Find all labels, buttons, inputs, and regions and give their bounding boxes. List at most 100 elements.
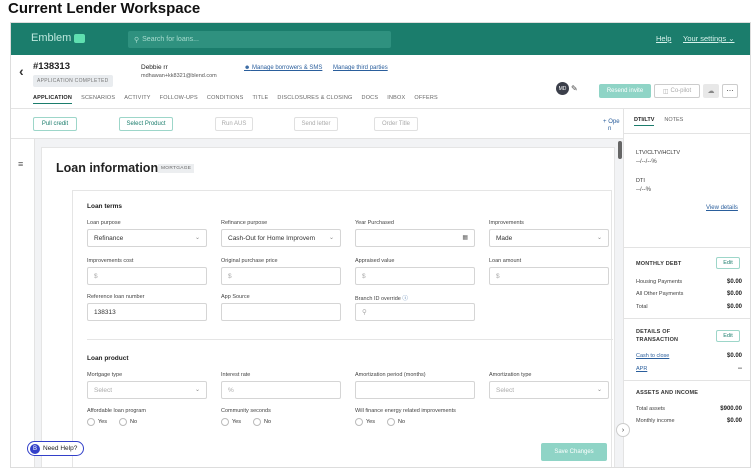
reference-number-input[interactable]: 138313 (87, 303, 207, 321)
affordable-yes-radio[interactable]: Yes (87, 418, 107, 426)
improvements-value: Made (496, 234, 513, 242)
affordable-no-radio[interactable]: No (119, 418, 137, 426)
energy-yes-radio[interactable]: Yes (355, 418, 375, 426)
appraised-value-input[interactable]: $ (355, 267, 475, 285)
tab-offers[interactable]: OFFERS (414, 95, 438, 104)
edit-transaction-button[interactable]: Edit (716, 330, 740, 342)
side-panel: DTI/LTV NOTES LTV/CLTV/HCLTV --/--/--% D… (616, 109, 750, 467)
manage-third-parties-link[interactable]: Manage third parties (333, 65, 388, 71)
calendar-icon[interactable]: ▦ (462, 234, 468, 241)
mortgage-type-select[interactable]: Select ⌄ (87, 381, 207, 399)
radio-circle (221, 418, 229, 426)
apr-link[interactable]: APR (636, 366, 647, 372)
improvements-label: Improvements (489, 220, 524, 226)
tab-conditions[interactable]: CONDITIONS (207, 95, 244, 104)
cloud-icon[interactable]: ☁ (703, 84, 719, 98)
scrollbar-thumb[interactable] (618, 141, 622, 159)
amortization-type-select[interactable]: Select ⌄ (489, 381, 609, 399)
loan-purpose-label: Loan purpose (87, 220, 121, 226)
send-letter-button[interactable]: Send letter (294, 117, 338, 131)
total-label: Total (636, 304, 648, 310)
radio-circle (253, 418, 261, 426)
details-transaction-heading: DETAILS OF TRANSACTION (636, 328, 678, 344)
run-aus-button[interactable]: Run AUS (215, 117, 253, 131)
tab-title[interactable]: TITLE (252, 95, 268, 104)
energy-no-radio[interactable]: No (387, 418, 405, 426)
loan-amount-input[interactable]: $ (489, 267, 609, 285)
chevron-down-icon: ⌄ (194, 387, 200, 393)
loan-information-card: Loan information MORTGAGE Loan terms Loa… (41, 147, 615, 467)
tab-disclosures-closing[interactable]: DISCLOSURES & CLOSING (277, 95, 352, 104)
search-input[interactable]: ⚲ Search for loans... (128, 31, 391, 48)
help-link[interactable]: Help (656, 34, 671, 43)
app-source-input[interactable] (221, 303, 341, 321)
tab-application[interactable]: APPLICATION (33, 95, 73, 104)
status-badge: APPLICATION COMPLETED (33, 75, 113, 87)
tab-notes[interactable]: NOTES (664, 117, 683, 126)
year-purchased-field[interactable]: ▦ (355, 229, 475, 247)
resend-invite-button[interactable]: Resend invite (599, 84, 651, 98)
chevron-right-icon[interactable]: › (616, 423, 630, 437)
other-label: All Other Payments (636, 291, 684, 297)
app-window: Emblem ⚲ Search for loans... Help Your s… (10, 22, 751, 468)
tab-activity[interactable]: ACTIVITY (124, 95, 150, 104)
brand-logo[interactable]: Emblem (31, 32, 86, 44)
need-help-button[interactable]: B Need Help? (27, 441, 84, 456)
amortization-period-input[interactable] (355, 381, 475, 399)
community-yes-radio[interactable]: Yes (221, 418, 241, 426)
pull-credit-button[interactable]: Pull credit (33, 117, 77, 131)
avatar[interactable]: MD (556, 82, 569, 95)
manage-borrowers-link[interactable]: ☻ Manage borrowers & SMS (244, 65, 322, 71)
edit-monthly-debt-button[interactable]: Edit (716, 257, 740, 269)
radio-label: Yes (232, 419, 241, 425)
interest-rate-input[interactable]: % (221, 381, 341, 399)
other-value: $0.00 (726, 291, 742, 297)
settings-menu[interactable]: Your settings ⌄ (683, 34, 734, 43)
improvements-cost-input[interactable]: $ (87, 267, 207, 285)
tab-follow-ups[interactable]: FOLLOW-UPS (160, 95, 198, 104)
tab-scenarios[interactable]: SCENARIOS (81, 95, 115, 104)
need-help-label: Need Help? (43, 445, 78, 452)
loan-purpose-select[interactable]: Refinance ⌄ (87, 229, 207, 247)
pencil-icon[interactable]: ✎ (571, 84, 578, 93)
original-price-input[interactable]: $ (221, 267, 341, 285)
tab-docs[interactable]: DOCS (362, 95, 379, 104)
divider (624, 133, 750, 134)
side-tabs: DTI/LTV NOTES (634, 117, 683, 126)
ltv-value: --/--/--% (636, 159, 657, 165)
tab-inbox[interactable]: INBOX (387, 95, 405, 104)
info-icon[interactable]: ⓘ (402, 296, 408, 302)
branch-override-text: Branch ID override (355, 296, 401, 302)
copilot-icon: ◫ (662, 88, 669, 95)
monthly-income-label: Monthly income (636, 418, 675, 424)
radio-label: Yes (366, 419, 375, 425)
order-title-button[interactable]: Order Title (374, 117, 418, 131)
top-nav-bar: Emblem ⚲ Search for loans... Help Your s… (11, 23, 750, 55)
radio-label: Yes (98, 419, 107, 425)
borrower-email: mdhawan+kk8321@blend.com (141, 73, 217, 79)
amortization-type-placeholder: Select (496, 386, 515, 394)
housing-value: $0.00 (726, 279, 742, 285)
action-bar: Pull credit Select Product Run AUS Send … (11, 109, 623, 139)
chevron-down-icon: ⌄ (596, 235, 602, 241)
refinance-purpose-value: Cash-Out for Home Improvem (228, 234, 316, 242)
branch-override-search[interactable]: ⚲ (355, 303, 475, 321)
tab-dti-ltv[interactable]: DTI/LTV (634, 117, 655, 126)
refinance-purpose-select[interactable]: Cash-Out for Home Improvem ⌄ (221, 229, 341, 247)
improvements-select[interactable]: Made ⌄ (489, 229, 609, 247)
year-purchased-label: Year Purchased (355, 220, 394, 226)
more-options-icon[interactable]: ⋯ (722, 84, 738, 98)
community-no-radio[interactable]: No (253, 418, 271, 426)
view-details-link[interactable]: View details (706, 205, 738, 211)
open-link[interactable]: + Ope n (603, 119, 620, 133)
copilot-button[interactable]: ◫ Co-pilot (654, 84, 700, 98)
menu-icon[interactable]: ≡ (18, 159, 23, 169)
housing-payments-row: Housing Payments $0.00 (636, 279, 742, 285)
energy-improvements-label: Will finance energy related improvements (355, 408, 456, 414)
save-changes-button[interactable]: Save Changes (541, 443, 607, 461)
cash-to-close-link[interactable]: Cash to close (636, 353, 669, 359)
divider (624, 318, 750, 319)
back-arrow-icon[interactable]: ‹ (19, 63, 24, 79)
refinance-purpose-label: Refinance purpose (221, 220, 268, 226)
select-product-button[interactable]: Select Product (119, 117, 173, 131)
